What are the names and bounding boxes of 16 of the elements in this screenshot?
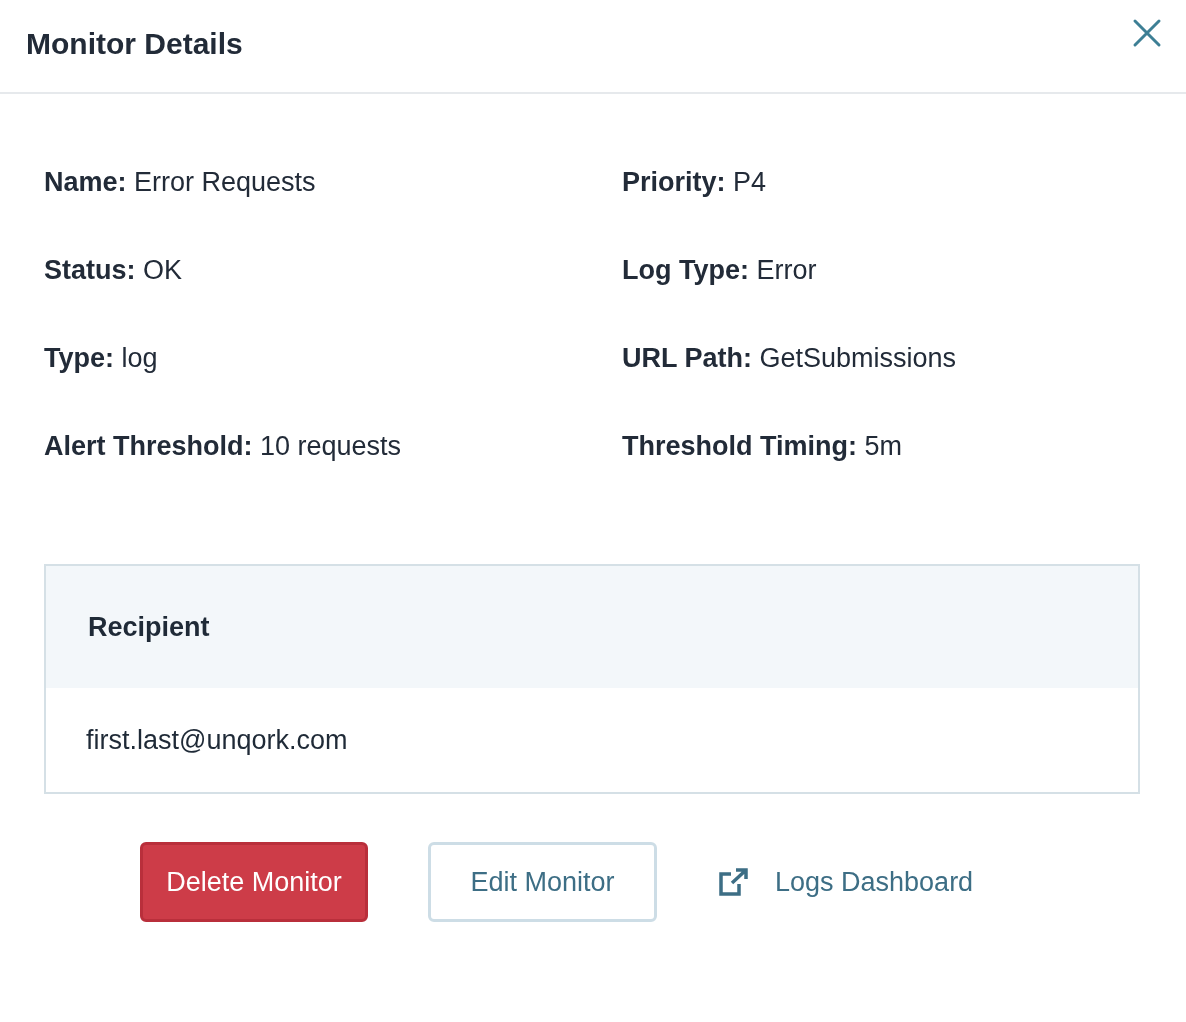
detail-field: Threshold Timing: 5m <box>622 432 1142 460</box>
detail-field: Log Type: Error <box>622 256 1142 284</box>
detail-field: Status: OK <box>44 256 622 284</box>
detail-field: Alert Threshold: 10 requests <box>44 432 622 460</box>
edit-button[interactable]: Edit Monitor <box>428 842 657 922</box>
table-cell: first.last@unqork.com <box>86 724 348 756</box>
logs-dashboard-link[interactable]: Logs Dashboard <box>775 866 974 898</box>
column-header: Recipient <box>88 611 210 643</box>
detail-field: Name: Error Requests <box>44 168 622 196</box>
external-link-icon[interactable] <box>717 868 749 896</box>
close-icon[interactable] <box>1132 18 1162 48</box>
dialog-title: Monitor Details <box>26 27 243 61</box>
detail-field: URL Path: GetSubmissions <box>622 344 1142 372</box>
detail-field: Type: log <box>44 344 622 372</box>
detail-field: Priority: P4 <box>622 168 1142 196</box>
delete-button[interactable]: Delete Monitor <box>140 842 368 922</box>
